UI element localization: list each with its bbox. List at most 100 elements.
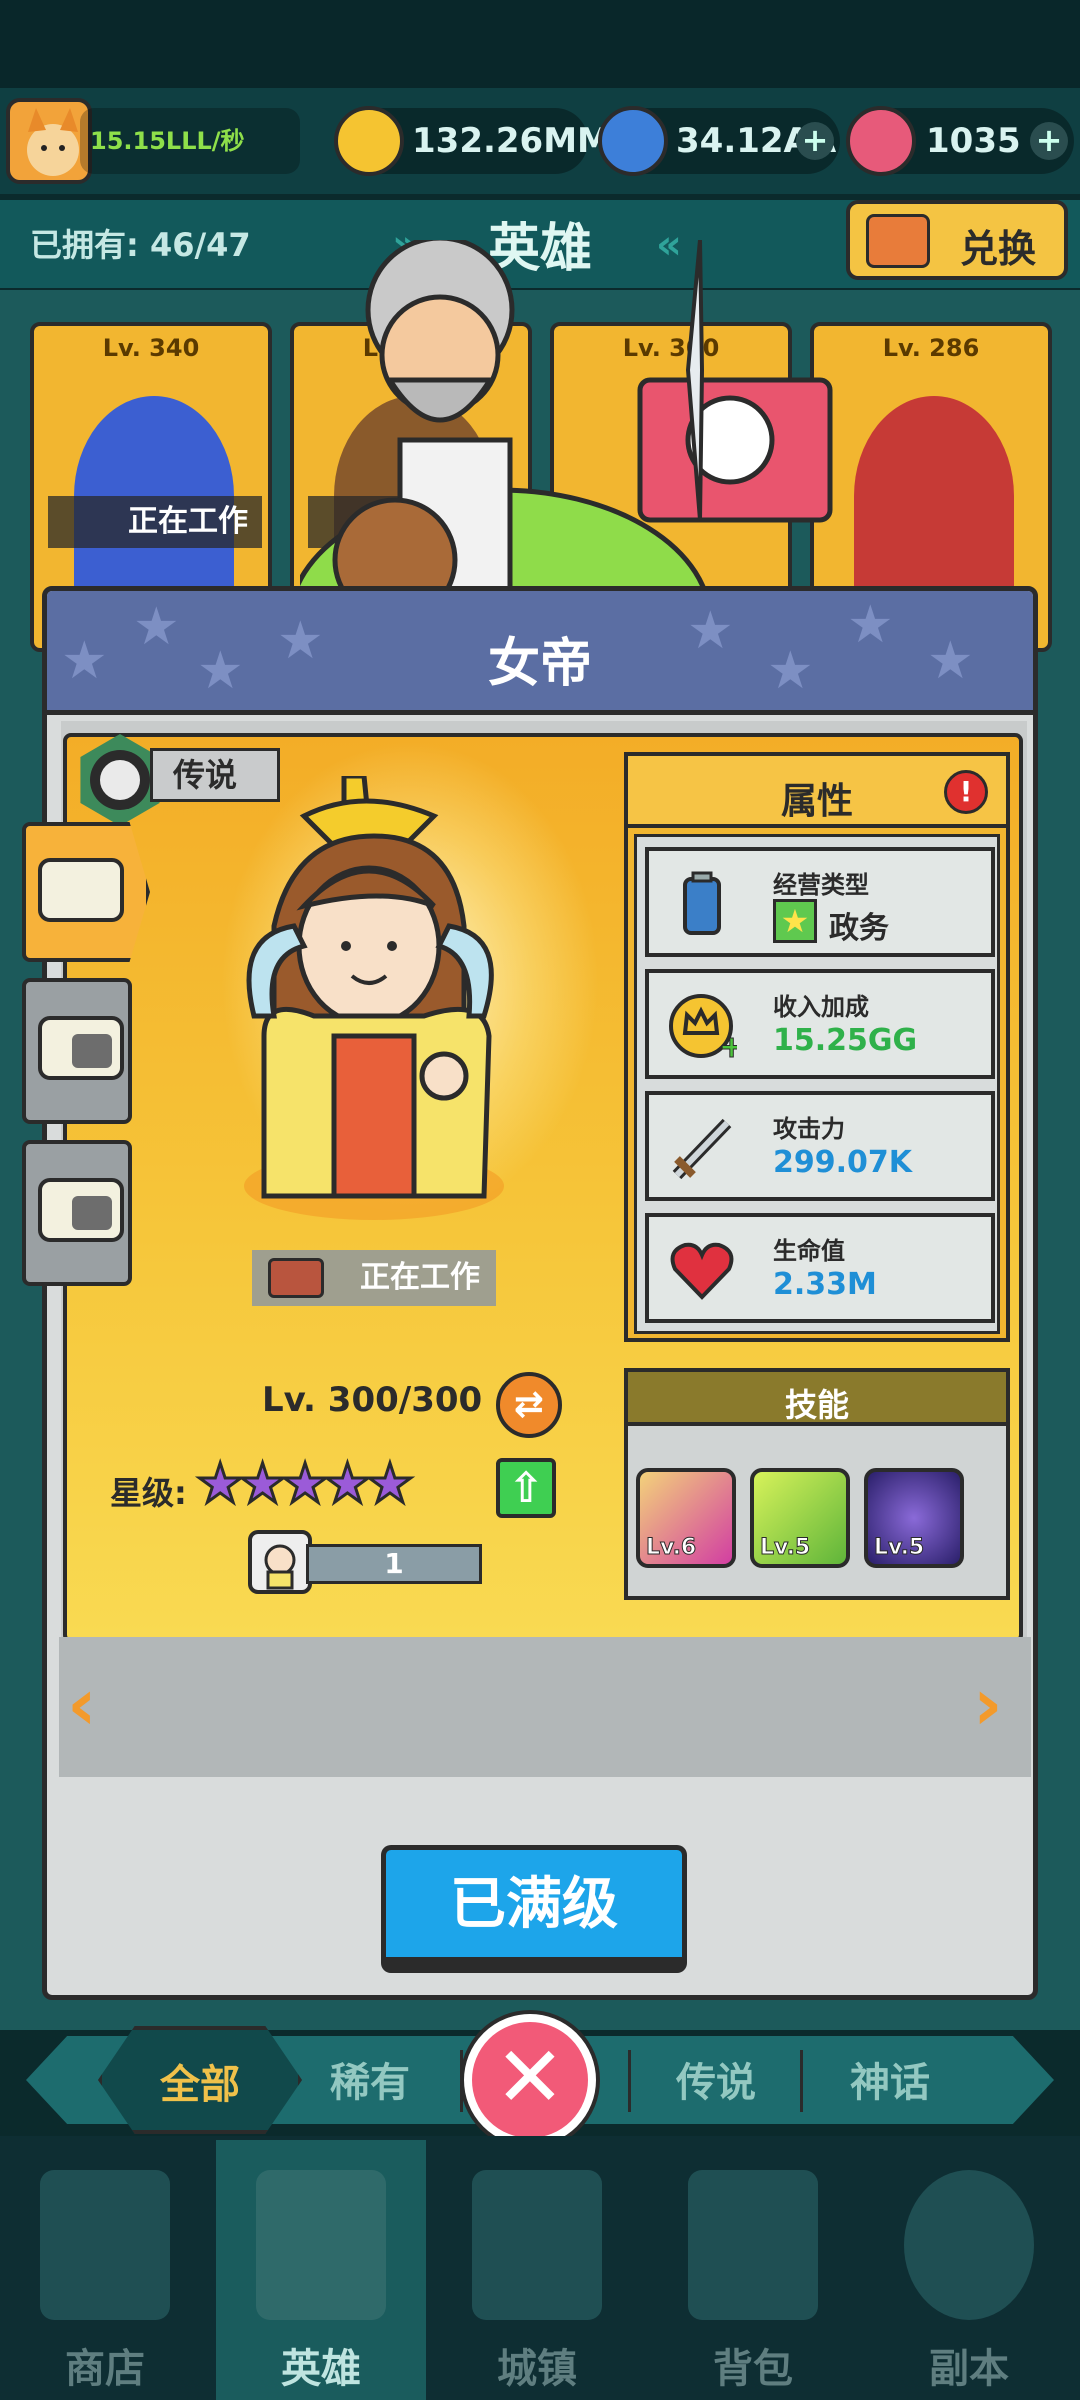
stat-label: 攻击力 xyxy=(773,1115,845,1143)
working-status-label: 正在工作 xyxy=(360,1260,480,1295)
nav-label: 商店 xyxy=(65,2346,145,2392)
skill-slot-3[interactable]: Lv.5 xyxy=(864,1468,964,1568)
shop-icon xyxy=(40,2170,170,2320)
nav-label: 背包 xyxy=(713,2346,793,2392)
stat-value: 299.07K xyxy=(773,1145,913,1180)
hero-shard-icon xyxy=(248,1530,312,1594)
lock-icon xyxy=(72,1196,112,1230)
id-card-icon xyxy=(38,858,124,922)
skill-level: Lv.5 xyxy=(873,1535,925,1561)
locked-card-icon xyxy=(38,1016,124,1080)
skill-level: Lv.5 xyxy=(759,1535,811,1561)
skills-title: 技能 xyxy=(784,1386,849,1424)
lock-icon xyxy=(72,1034,112,1068)
crown-coin-icon xyxy=(334,106,404,176)
stat-label: 收入加成 xyxy=(773,993,869,1021)
sword-icon xyxy=(672,1118,732,1180)
nav-shop[interactable]: 商店 xyxy=(0,2140,210,2400)
nav-label: 副本 xyxy=(929,2346,1009,2392)
backpack-icon xyxy=(688,2170,818,2320)
filter-mythic-tab[interactable]: 神话 xyxy=(850,2050,930,2108)
owned-count: 已拥有: 46/47 xyxy=(30,226,251,264)
dialog-header: ★ ★ ★ ★ ★ ★ ★ ★ 女帝 xyxy=(47,591,1033,715)
star-icon: ★ xyxy=(194,1451,245,1517)
stat-health: 生命值 2.33M xyxy=(645,1213,995,1323)
skill-slot-1[interactable]: Lv.6 xyxy=(636,1468,736,1568)
skills-header: 技能 xyxy=(628,1372,1006,1426)
nav-heroes[interactable]: 英雄 xyxy=(216,2140,426,2400)
next-hero-arrow-icon[interactable]: › xyxy=(973,1668,1023,1740)
close-dialog-button[interactable]: ✕ xyxy=(464,2014,596,2146)
stat-label: 经营类型 xyxy=(773,871,869,899)
hero-portrait xyxy=(854,396,1014,596)
exchange-label: 兑换 xyxy=(960,227,1037,271)
working-status: 正在工作 xyxy=(252,1250,496,1306)
divider xyxy=(800,2050,803,2112)
hero-icon xyxy=(256,2170,386,2320)
skill-slot-2[interactable]: Lv.5 xyxy=(750,1468,850,1568)
heart-icon xyxy=(670,1242,734,1300)
divider xyxy=(628,2050,631,2112)
swap-hero-button[interactable]: ⇄ xyxy=(496,1372,562,1438)
tab-locked-1[interactable] xyxy=(22,978,132,1124)
svg-text:+: + xyxy=(719,1030,737,1059)
tab-hero-info[interactable] xyxy=(22,822,150,962)
meat-value: 1035 xyxy=(926,121,1021,161)
stat-label: 生命值 xyxy=(773,1237,845,1265)
stat-business-type: 经营类型 ★ 政务 xyxy=(645,847,995,957)
filter-all-label[interactable]: 全部 xyxy=(98,2052,302,2110)
attributes-list: 经营类型 ★ 政务 + 收入加成 15.25GG 攻击力 299.07K 生命值… xyxy=(634,834,1000,1334)
nav-label: 英雄 xyxy=(281,2346,361,2392)
navigation-strip xyxy=(59,1637,1031,1777)
building-icon xyxy=(268,1258,324,1298)
town-icon xyxy=(472,2170,602,2320)
stat-attack: 攻击力 299.07K xyxy=(645,1091,995,1201)
crown-coin-counter: 132.26MMM xyxy=(334,106,645,176)
stat-income-bonus: + 收入加成 15.25GG xyxy=(645,969,995,1079)
attributes-header: 属性 ! xyxy=(628,756,1006,828)
star-rating-label: 星级: xyxy=(110,1474,187,1512)
hero-card-status: 正在工作 xyxy=(48,496,262,548)
nav-backpack[interactable]: 背包 xyxy=(648,2140,858,2400)
empress-hero-portrait xyxy=(244,776,504,1220)
status-bar xyxy=(0,0,1080,88)
max-level-button[interactable]: 已满级 xyxy=(381,1845,687,1973)
star-upgrade-button[interactable]: ⇧ xyxy=(496,1458,556,1518)
locked-card-icon xyxy=(38,1178,124,1242)
star-icon: ★ xyxy=(279,1451,330,1517)
meat-icon xyxy=(846,106,916,176)
skill-level: Lv.6 xyxy=(645,1535,697,1561)
nav-town[interactable]: 城镇 xyxy=(432,2140,642,2400)
add-meat-button[interactable]: + xyxy=(1030,122,1068,160)
nav-dungeon[interactable]: 副本 xyxy=(864,2140,1074,2400)
gem-icon xyxy=(598,106,668,176)
globe-icon xyxy=(904,2170,1034,2320)
star-icon: ★ xyxy=(364,1451,415,1517)
skills-panel: 技能 Lv.6 Lv.5 Lv.5 xyxy=(624,1368,1010,1600)
star-rating: ★★★★★ xyxy=(194,1451,415,1517)
exchange-icon xyxy=(866,214,930,268)
attributes-panel: 属性 ! 经营类型 ★ 政务 + 收入加成 15.25GG 攻击力 299.07… xyxy=(624,752,1010,1342)
star-icon: ★ xyxy=(237,1451,288,1517)
crown-plus-icon: + xyxy=(669,994,737,1059)
divider xyxy=(460,2050,463,2112)
add-gem-button[interactable]: + xyxy=(796,122,834,160)
hero-card-level: Lv. 340 xyxy=(102,334,200,362)
hero-level: Lv. 300/300 xyxy=(262,1380,483,1420)
star-icon: ★ xyxy=(322,1451,373,1517)
exchange-button[interactable]: 兑换 xyxy=(846,200,1068,280)
stat-value: 2.33M xyxy=(773,1267,877,1302)
stat-value: 15.25GG xyxy=(773,1023,918,1058)
income-rate: 15.15LLL/秒 xyxy=(80,108,300,174)
filter-legendary-tab[interactable]: 传说 xyxy=(676,2050,756,2108)
meat-counter: 1035 + xyxy=(846,106,1074,176)
attribute-info-alert-icon[interactable]: ! xyxy=(944,770,988,814)
gem-counter: 34.12AA + xyxy=(598,106,840,176)
filter-rare-tab[interactable]: 稀有 xyxy=(330,2050,410,2108)
previous-hero-arrow-icon[interactable]: ‹ xyxy=(67,1668,117,1740)
shard-progress: 1 xyxy=(306,1544,482,1584)
nav-label: 城镇 xyxy=(497,2346,577,2392)
tab-locked-2[interactable] xyxy=(22,1140,132,1286)
star-badge-icon: ★ xyxy=(773,899,817,943)
stat-value: 政务 xyxy=(829,911,889,946)
